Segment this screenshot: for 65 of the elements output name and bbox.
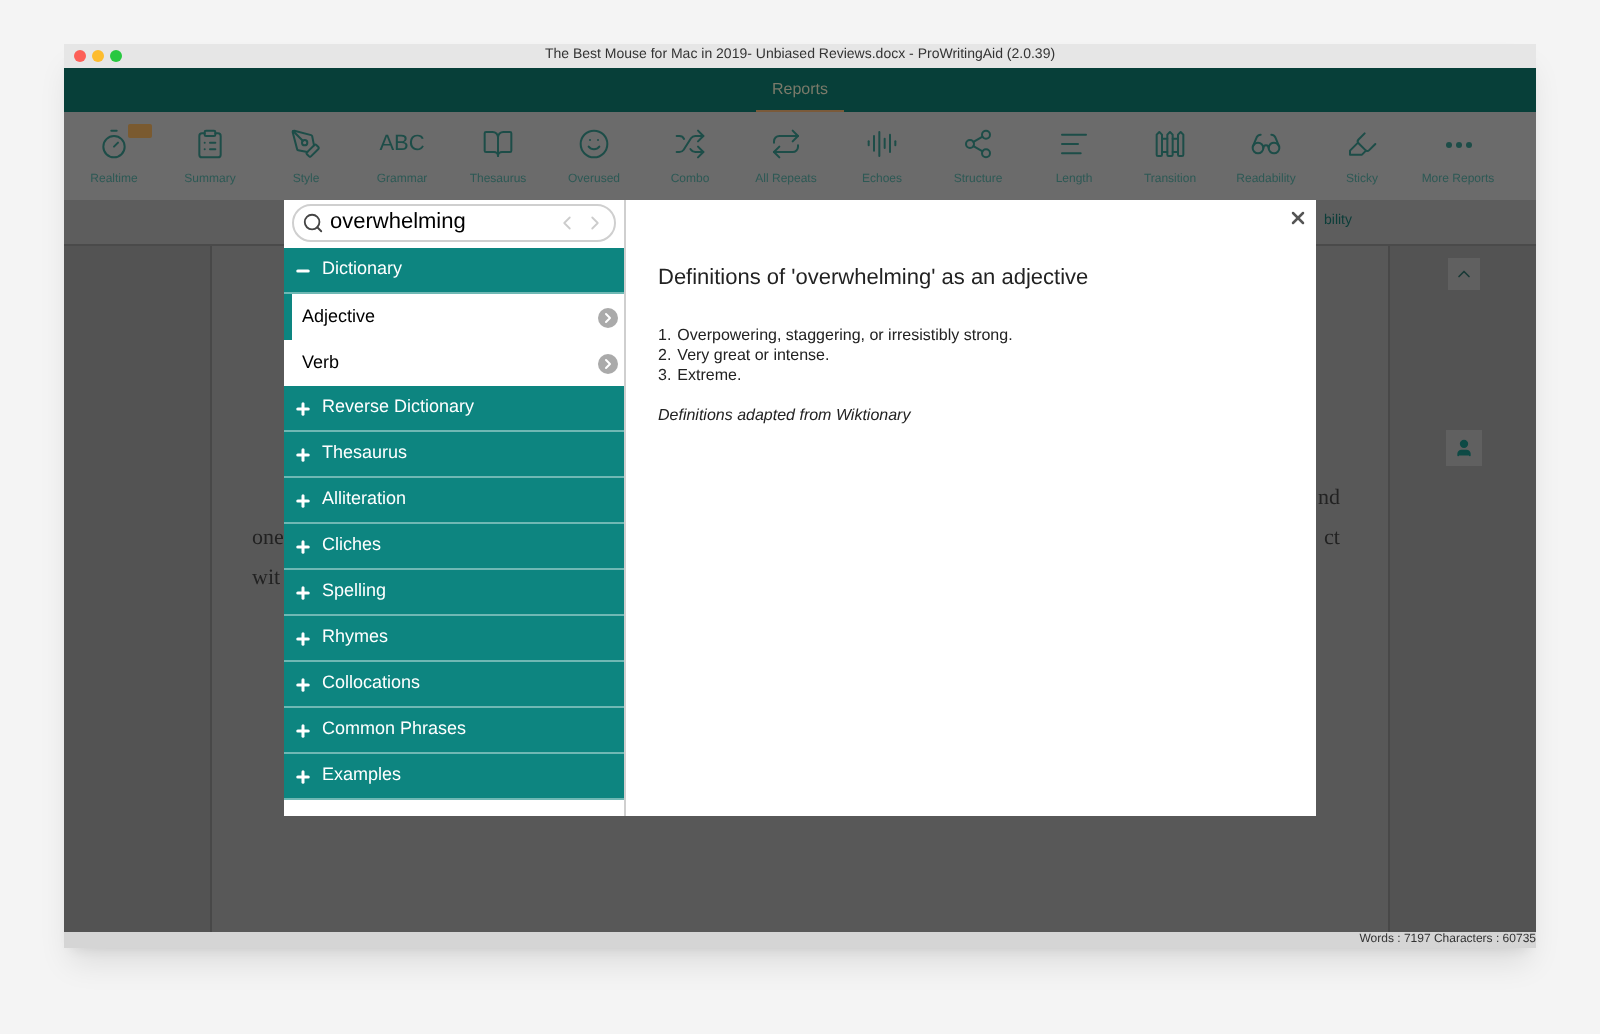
section-header[interactable]: Rhymes (284, 616, 624, 662)
search-icon (302, 212, 324, 234)
close-window-button[interactable] (74, 50, 86, 62)
sound-wave-icon (866, 128, 898, 160)
section-label: Thesaurus (322, 440, 408, 467)
smiley-icon (578, 128, 610, 160)
close-button[interactable] (1288, 208, 1308, 228)
section-label: Rhymes (322, 624, 389, 651)
definition-text: Overpowering, staggering, or irresistibly strong. (677, 325, 1013, 345)
shuffle-icon (674, 128, 706, 160)
list-item[interactable]: Verb (284, 340, 624, 386)
highlighter-icon (1346, 128, 1378, 160)
section-label: Spelling (322, 578, 387, 605)
plus-icon (294, 399, 312, 417)
section-header[interactable]: Alliteration (284, 478, 624, 524)
definition-text: Very great or intense. (677, 345, 830, 365)
pen-icon (290, 128, 322, 160)
plus-icon (294, 583, 312, 601)
plus-icon (294, 537, 312, 555)
section-label: Dictionary (322, 256, 403, 283)
list-number: 3. (658, 365, 672, 385)
plus-icon (294, 445, 312, 463)
section-label: Cliches (322, 532, 382, 559)
section-label: Alliteration (322, 486, 407, 513)
section-label: Collocations (322, 670, 421, 697)
item-label: Verb (302, 349, 342, 376)
plus-icon (294, 767, 312, 785)
nodes-icon (962, 128, 994, 160)
lines-icon (1058, 128, 1090, 160)
plus-icon (294, 721, 312, 739)
scroll-up-button[interactable] (1447, 258, 1479, 290)
list-number: 2. (658, 345, 672, 365)
section-header[interactable]: Spelling (284, 570, 624, 616)
plus-icon (294, 629, 312, 647)
list-number: 1. (658, 325, 672, 345)
user-button[interactable] (1445, 430, 1481, 466)
definition-heading: Definitions of 'overwhelming' as an adjective (658, 264, 1091, 294)
ellipsis-icon (1445, 141, 1471, 147)
minimize-window-button[interactable] (92, 50, 104, 62)
section-label: Common Phrases (322, 716, 467, 743)
timer-icon (98, 128, 130, 160)
section-header[interactable]: Examples (284, 754, 624, 800)
section-header[interactable]: Common Phrases (284, 708, 624, 754)
section-label: Examples (322, 762, 402, 789)
section-header[interactable]: Dictionary (284, 248, 624, 294)
list-item[interactable]: Adjective (284, 294, 624, 340)
glasses-icon (1250, 128, 1282, 160)
zoom-window-button[interactable] (110, 50, 122, 62)
plus-icon (294, 675, 312, 693)
clipboard-icon (194, 128, 226, 160)
user-icon (1453, 438, 1473, 458)
section-header[interactable]: Reverse Dictionary (284, 386, 624, 432)
fence-icon (1154, 128, 1186, 160)
definition-text: Extreme. (677, 365, 742, 385)
section-label: Reverse Dictionary (322, 394, 475, 421)
source-note: Definitions adapted from Wiktionary (658, 403, 913, 427)
section-header[interactable]: Cliches (284, 524, 624, 570)
search-field[interactable]: overwhelming (292, 204, 616, 242)
section-header[interactable]: Thesaurus (284, 432, 624, 478)
book-icon (482, 128, 514, 160)
plus-icon (294, 491, 312, 509)
section-header[interactable]: Collocations (284, 662, 624, 708)
abc-glyph: ABC (379, 130, 425, 160)
item-label: Adjective (302, 303, 378, 330)
repeat-icon (770, 128, 802, 160)
